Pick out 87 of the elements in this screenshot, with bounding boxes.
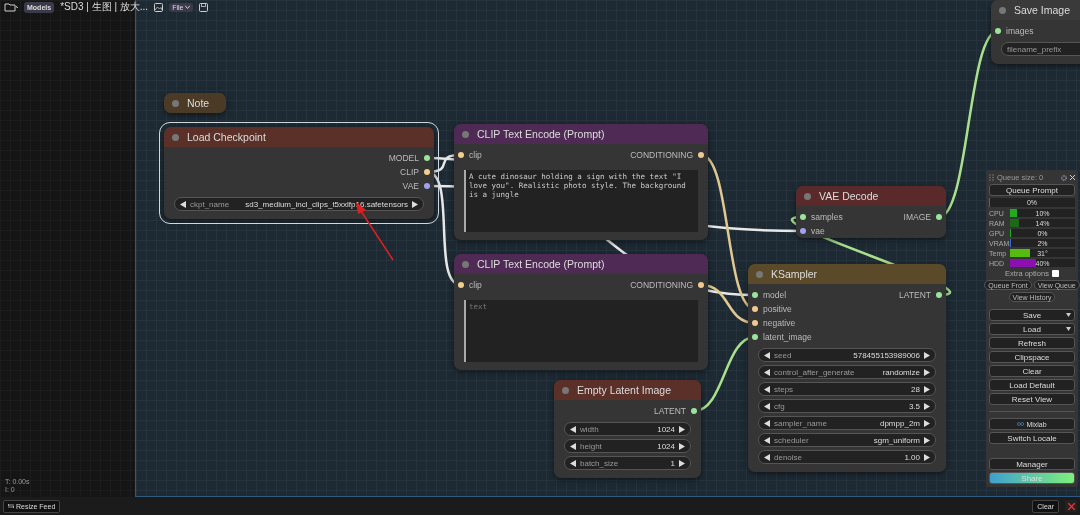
node-title-bar: Save Image — [991, 0, 1080, 20]
arrow-right-icon[interactable] — [679, 459, 685, 467]
arrow-right-icon[interactable] — [412, 200, 418, 208]
node-title-bar: VAE Decode — [796, 186, 946, 206]
chevron-down-icon — [185, 5, 191, 9]
output-slot[interactable]: IMAGE — [903, 212, 942, 222]
arrow-right-icon[interactable] — [924, 385, 930, 393]
arrow-right-icon[interactable] — [924, 453, 930, 461]
node-card[interactable]: VAE Decode samples IMAGE vae — [796, 186, 946, 238]
input-slot[interactable]: images — [995, 26, 1034, 36]
combo-widget[interactable]: control_after_generate randomize — [758, 365, 936, 379]
node-title-bar: Empty Latent Image — [554, 380, 701, 400]
arrow-left-icon[interactable] — [180, 200, 186, 208]
resize-icon — [8, 503, 14, 509]
arrow-right-icon[interactable] — [679, 425, 685, 433]
arrow-right-icon[interactable] — [924, 436, 930, 444]
menu-button[interactable]: Refresh — [989, 337, 1075, 349]
menu-button[interactable]: Load Default — [989, 379, 1075, 391]
arrow-right-icon[interactable] — [924, 351, 930, 359]
caret-icon[interactable] — [1066, 313, 1071, 317]
combo-widget[interactable]: ckpt_name sd3_medium_incl_clips_t5xxlfp16.safetensors — [174, 197, 424, 211]
menu-button[interactable]: Load — [989, 323, 1075, 335]
number-widget[interactable]: steps 28 — [758, 382, 936, 396]
arrow-left-icon[interactable] — [570, 459, 576, 467]
node-title-bar: KSampler — [748, 264, 946, 284]
input-slot[interactable]: model — [752, 290, 787, 300]
combo-widget[interactable]: scheduler sgm_uniform — [758, 433, 936, 447]
node-card[interactable]: KSampler model LATENT positive negative latent_image seed 578455153989006 control_after_generate randomize steps 28 cfg 3.5 sampler_name dpmpp_2m scheduler sgm_uniform denoise 1.00 — [748, 264, 946, 472]
output-slot[interactable]: CONDITIONING — [630, 150, 704, 160]
node-card[interactable]: Save Image images filename_prefix — [991, 0, 1080, 64]
output-slot[interactable]: CONDITIONING — [630, 280, 704, 290]
arrow-left-icon[interactable] — [764, 351, 770, 359]
arrow-left-icon[interactable] — [764, 419, 770, 427]
output-slot[interactable]: LATENT — [899, 290, 942, 300]
number-widget[interactable]: width 1024 — [564, 422, 691, 436]
number-widget[interactable]: seed 578455153989006 — [758, 348, 936, 362]
menu-button[interactable]: Reset View — [989, 393, 1075, 405]
text-widget[interactable]: filename_prefix — [1001, 42, 1080, 56]
input-slot[interactable]: positive — [752, 304, 792, 314]
output-slot[interactable]: MODEL — [388, 153, 430, 163]
input-slot[interactable]: vae — [800, 226, 825, 236]
input-slot[interactable]: latent_image — [752, 332, 812, 342]
queue-prompt-button[interactable]: Queue Prompt — [989, 184, 1075, 196]
workflow-title: *SD3 | 生图 | 放大... — [60, 0, 149, 14]
arrow-left-icon[interactable] — [764, 402, 770, 410]
number-widget[interactable]: denoise 1.00 — [758, 450, 936, 464]
arrow-left-icon[interactable] — [764, 453, 770, 461]
number-widget[interactable]: cfg 3.5 — [758, 399, 936, 413]
node-title-bar: CLIP Text Encode (Prompt) — [454, 254, 708, 274]
menu-button[interactable]: Manager — [989, 458, 1075, 470]
close-icon[interactable] — [1070, 175, 1075, 180]
arrow-right-icon[interactable] — [924, 368, 930, 376]
arrow-right-icon[interactable] — [924, 402, 930, 410]
node-card[interactable]: Empty Latent Image LATENT width 1024 height 1024 batch_size 1 — [554, 380, 701, 478]
node-card[interactable]: Note — [164, 93, 226, 113]
input-slot[interactable]: clip — [458, 280, 482, 290]
combo-widget[interactable]: sampler_name dpmpp_2m — [758, 416, 936, 430]
image-icon[interactable] — [154, 2, 164, 12]
input-slot[interactable]: clip — [458, 150, 482, 160]
caret-icon[interactable] — [1066, 327, 1071, 331]
arrow-right-icon[interactable] — [924, 419, 930, 427]
close-icon — [1067, 502, 1075, 510]
input-slot[interactable]: negative — [752, 318, 796, 328]
arrow-left-icon[interactable] — [570, 425, 576, 433]
folder-icon[interactable] — [4, 2, 18, 12]
arrow-left-icon[interactable] — [764, 368, 770, 376]
save-icon[interactable] — [199, 2, 209, 12]
menu-button[interactable]: Switch Locale — [989, 432, 1075, 444]
arrow-left-icon[interactable] — [570, 442, 576, 450]
arrow-right-icon[interactable] — [679, 442, 685, 450]
output-slot[interactable]: LATENT — [654, 406, 697, 416]
menu-button[interactable]: Clipspace — [989, 351, 1075, 363]
extra-options-checkbox[interactable] — [1051, 270, 1059, 277]
menu-button[interactable]: Clear — [989, 365, 1075, 377]
drag-handle-icon[interactable] — [989, 174, 994, 181]
arrow-left-icon[interactable] — [764, 385, 770, 393]
input-slot[interactable]: samples — [800, 212, 843, 222]
output-slot[interactable]: VAE — [402, 181, 430, 191]
infinity-icon — [1017, 422, 1025, 426]
menu-button[interactable]: Save — [989, 309, 1075, 321]
number-widget[interactable]: batch_size 1 — [564, 456, 691, 470]
number-widget[interactable]: height 1024 — [564, 439, 691, 453]
close-button[interactable] — [1065, 500, 1077, 512]
output-slot[interactable]: CLIP — [400, 167, 430, 177]
arrow-left-icon[interactable] — [764, 436, 770, 444]
node-title-bar: CLIP Text Encode (Prompt) — [454, 124, 708, 144]
node-title-bar: Load Checkpoint — [164, 127, 434, 147]
